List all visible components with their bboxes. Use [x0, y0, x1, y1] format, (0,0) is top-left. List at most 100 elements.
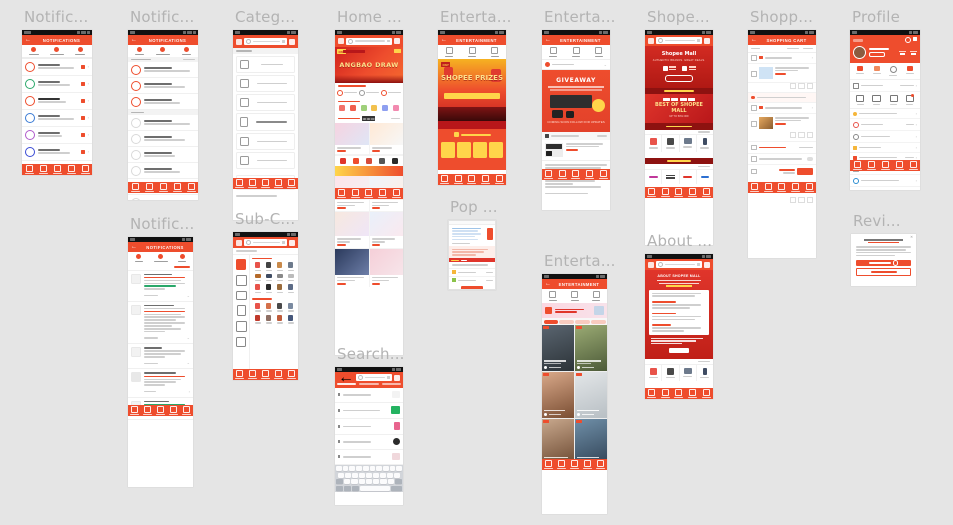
artboard-entertainment-3[interactable]: Enterta... ← ENTERTAINMENT — [542, 252, 616, 514]
key[interactable] — [352, 472, 358, 478]
key[interactable] — [382, 466, 389, 472]
shortcut-icon[interactable] — [381, 105, 388, 111]
search-input[interactable] — [346, 37, 392, 45]
search-bar[interactable] — [233, 237, 298, 248]
tab-promotions[interactable] — [45, 47, 68, 56]
bottom-navigation[interactable] — [542, 459, 607, 470]
sub-category-grid[interactable] — [250, 255, 298, 371]
category-list[interactable] — [233, 54, 298, 192]
phone-frame-shopee-mall[interactable]: Shopee Mall AUTHENTIC BRANDS. GREAT DEAL… — [645, 30, 713, 245]
tab-orders[interactable] — [128, 254, 150, 263]
tab-prizes[interactable] — [542, 47, 565, 58]
category-tile[interactable] — [680, 135, 697, 152]
phone-frame-entertainment-1[interactable]: ← ENTERTAINMENT CNY SHOPEE PRIZES — [438, 30, 506, 185]
search-input[interactable] — [656, 37, 702, 44]
phone-frame-about[interactable]: ABOUT SHOPEE MALL — [645, 254, 713, 399]
nav-notifications[interactable] — [274, 369, 283, 380]
back-arrow-icon[interactable]: ← — [441, 37, 447, 43]
nav-me[interactable] — [804, 182, 814, 193]
delete-label[interactable] — [803, 47, 813, 49]
key[interactable] — [351, 479, 358, 485]
bottom-navigation[interactable] — [22, 164, 92, 175]
product-card[interactable] — [369, 123, 403, 154]
tab-orders[interactable] — [128, 47, 151, 56]
quick-actions[interactable] — [850, 63, 920, 80]
tab-promotions[interactable] — [151, 47, 174, 56]
nav-live[interactable] — [880, 160, 890, 171]
game-card[interactable] — [473, 142, 487, 159]
product-card[interactable] — [369, 248, 403, 287]
nav-live[interactable] — [364, 188, 374, 199]
shop-header[interactable]: › — [748, 103, 816, 114]
cart-icon[interactable] — [704, 37, 710, 44]
brand-icon[interactable] — [391, 157, 398, 164]
qty-increase[interactable] — [807, 83, 813, 89]
brand-shortcuts[interactable] — [335, 155, 403, 166]
nav-mall[interactable] — [143, 405, 152, 416]
nav-home[interactable] — [235, 369, 244, 380]
phone-frame-notifications-3[interactable]: ← NOTIFICATIONS ⌄ ⌄ ⌄ › — [128, 237, 193, 487]
bottom-navigation[interactable] — [748, 182, 816, 193]
search-bar[interactable] — [233, 35, 298, 48]
nav-live[interactable] — [156, 405, 165, 416]
list-item[interactable]: › — [22, 75, 92, 93]
nav-mall[interactable] — [453, 174, 463, 185]
camera-icon[interactable] — [282, 40, 285, 43]
cart-icon[interactable] — [289, 38, 295, 45]
list-item[interactable] — [335, 450, 403, 465]
bottom-navigation[interactable] — [335, 188, 403, 199]
list-item[interactable] — [128, 62, 198, 79]
rail-item[interactable] — [235, 274, 247, 286]
nav-mall[interactable] — [557, 169, 567, 180]
phone-frame-entertainment-3[interactable]: ← ENTERTAINMENT — [542, 274, 607, 514]
tab-bar[interactable] — [542, 45, 610, 60]
list-item[interactable] — [128, 115, 198, 132]
tab-bar[interactable] — [542, 289, 607, 304]
nav-home[interactable] — [24, 164, 34, 175]
nav-live[interactable] — [674, 187, 684, 198]
key[interactable] — [380, 479, 387, 485]
chip[interactable] — [590, 319, 606, 324]
artboard-entertainment-1[interactable]: Enterta... ← ENTERTAINMENT CNY SHOPEE PR… — [438, 8, 512, 185]
artboard-review-popup[interactable]: Revi... ✕ — [851, 212, 916, 286]
review-modal[interactable]: ✕ — [851, 234, 916, 286]
list-item[interactable]: › — [22, 92, 92, 110]
back-arrow-icon[interactable]: ← — [131, 244, 137, 250]
cart-item[interactable] — [748, 64, 816, 83]
notification-item[interactable]: › — [128, 369, 193, 398]
nav-home[interactable] — [647, 187, 657, 198]
key[interactable] — [376, 466, 382, 472]
quick-action-to-receive[interactable] — [889, 66, 898, 76]
nav-home[interactable] — [750, 182, 760, 193]
phone-frame-shopping-cart[interactable]: ← SHOPPING CART › › — [748, 30, 816, 258]
artboard-shopping-cart[interactable]: Shopp... ← SHOPPING CART › › — [748, 8, 816, 258]
artboard-notifications-3[interactable]: Notific... ← NOTIFICATIONS ⌄ ⌄ ⌄ › — [128, 215, 194, 487]
phone-frame-search[interactable]: ← — [335, 367, 403, 505]
category-tile[interactable] — [662, 135, 680, 152]
key[interactable] — [373, 479, 380, 485]
popup-cta[interactable] — [449, 284, 495, 289]
camera-icon[interactable] — [387, 376, 390, 379]
nav-home[interactable] — [544, 169, 554, 180]
menu-icon[interactable] — [648, 37, 654, 44]
artboard-popup[interactable]: Pop ... — [448, 198, 498, 290]
key[interactable] — [362, 466, 369, 472]
nav-me[interactable] — [80, 164, 90, 175]
status-to-pay[interactable] — [856, 95, 865, 105]
qty-stepper[interactable] — [748, 83, 816, 92]
nav-home[interactable] — [440, 174, 450, 185]
nav-me[interactable] — [287, 369, 296, 380]
recommended-cta[interactable] — [438, 129, 506, 141]
chip[interactable] — [575, 319, 590, 324]
bottom-navigation[interactable] — [438, 174, 506, 185]
nav-notifications[interactable] — [274, 178, 283, 189]
search-input[interactable] — [356, 374, 392, 381]
nav-notifications[interactable] — [585, 169, 595, 180]
menu-my-likes[interactable]: › — [850, 119, 920, 131]
bottom-navigation[interactable] — [128, 405, 193, 416]
list-item[interactable] — [128, 131, 198, 148]
tab-recent[interactable] — [381, 383, 401, 385]
product-card[interactable] — [335, 248, 369, 287]
tab-deals[interactable] — [565, 47, 588, 58]
nav-me[interactable] — [182, 405, 191, 416]
